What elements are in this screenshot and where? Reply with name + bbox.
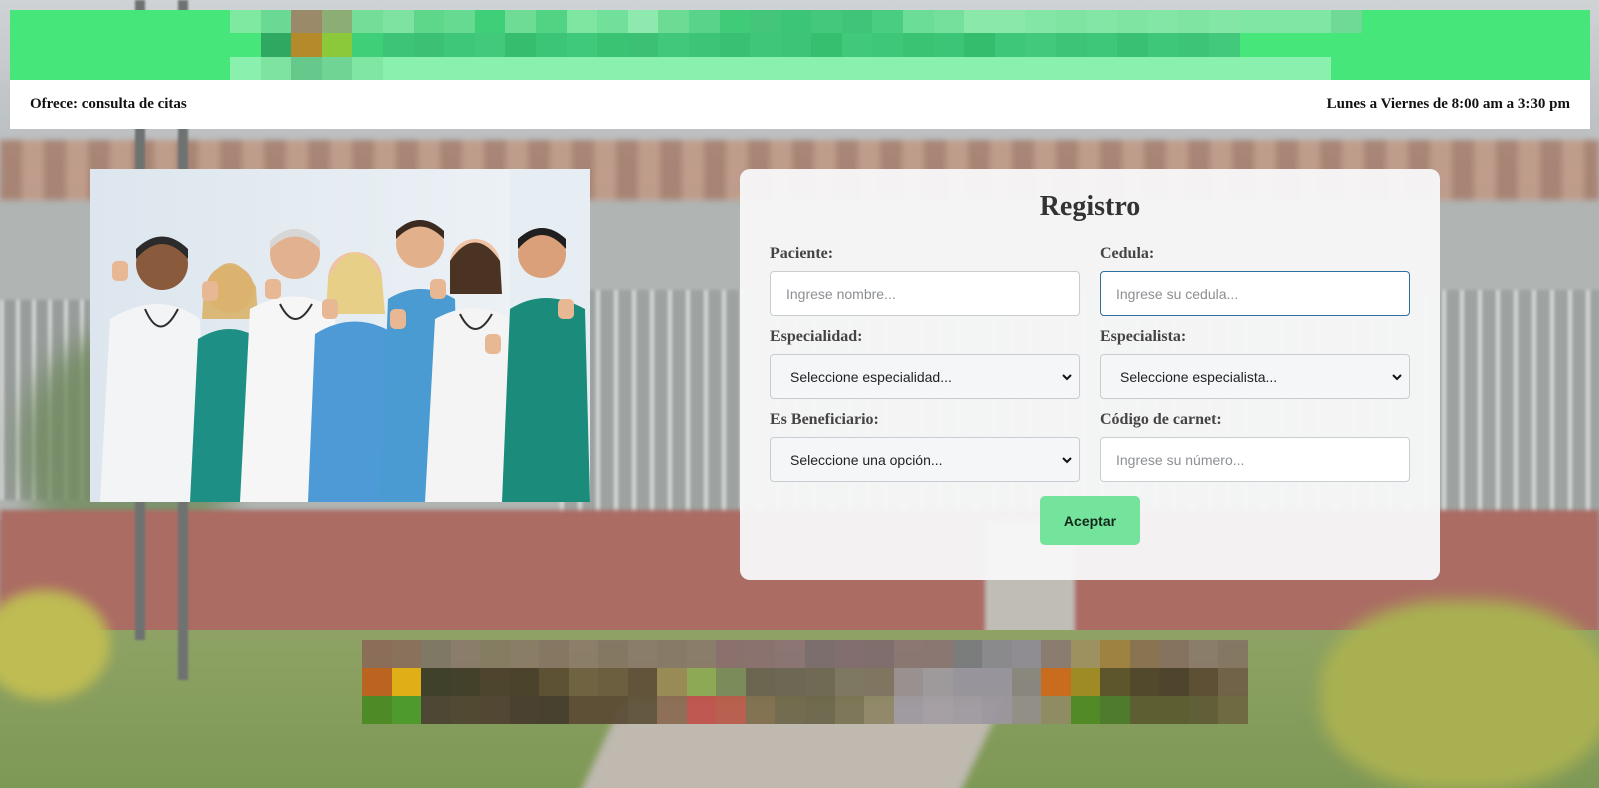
carnet-field: Código de carnet: Ingrese su número... xyxy=(1100,411,1410,482)
especialista-selected: Seleccione especialista... xyxy=(1120,368,1278,385)
carnet-input[interactable]: Ingrese su número... xyxy=(1100,437,1410,482)
banner-logo xyxy=(230,10,1362,80)
especialidad-select[interactable]: Seleccione especialidad... xyxy=(770,354,1080,399)
doctors-photo xyxy=(90,169,590,502)
cedula-input[interactable]: Ingrese su cedula... xyxy=(1100,271,1410,316)
accept-button[interactable]: Aceptar xyxy=(1040,496,1140,545)
beneficiario-selected: Seleccione una opción... xyxy=(790,451,943,468)
registration-card: Registro Paciente: Ingrese nombre... Ced… xyxy=(740,169,1440,580)
carnet-placeholder: Ingrese su número... xyxy=(1116,451,1245,468)
beneficiario-select[interactable]: Seleccione una opción... xyxy=(770,437,1080,482)
beneficiario-field: Es Beneficiario: Seleccione una opción..… xyxy=(770,411,1080,482)
especialidad-selected: Seleccione especialidad... xyxy=(790,368,952,385)
schedule-text: Lunes a Viernes de 8:00 am a 3:30 pm xyxy=(1326,96,1570,112)
especialista-label: Especialista: xyxy=(1100,328,1187,345)
especialista-select[interactable]: Seleccione especialista... xyxy=(1100,354,1410,399)
especialidad-field: Especialidad: Seleccione especialidad... xyxy=(770,328,1080,399)
paciente-field: Paciente: Ingrese nombre... xyxy=(770,245,1080,316)
especialista-field: Especialista: Seleccione especialista... xyxy=(1100,328,1410,399)
cedula-placeholder: Ingrese su cedula... xyxy=(1116,285,1239,302)
beneficiario-label: Es Beneficiario: xyxy=(770,411,879,428)
form-title: Registro xyxy=(1039,191,1141,222)
footer-logo xyxy=(362,640,1248,724)
chevron-down-icon xyxy=(1392,373,1402,380)
paciente-label: Paciente: xyxy=(770,245,834,262)
carnet-label: Código de carnet: xyxy=(1100,411,1222,428)
especialidad-label: Especialidad: xyxy=(770,328,863,345)
info-bar: Ofrece: consulta de citas Lunes a Vierne… xyxy=(10,80,1590,129)
paciente-placeholder: Ingrese nombre... xyxy=(786,285,896,302)
chevron-down-icon xyxy=(1062,456,1072,463)
offer-text: Ofrece: consulta de citas xyxy=(30,96,187,112)
chevron-down-icon xyxy=(1062,373,1072,380)
header-banner xyxy=(10,10,1590,80)
paciente-input[interactable]: Ingrese nombre... xyxy=(770,271,1080,316)
cedula-label: Cedula: xyxy=(1100,245,1155,262)
cedula-field: Cedula: Ingrese su cedula... xyxy=(1100,245,1410,316)
